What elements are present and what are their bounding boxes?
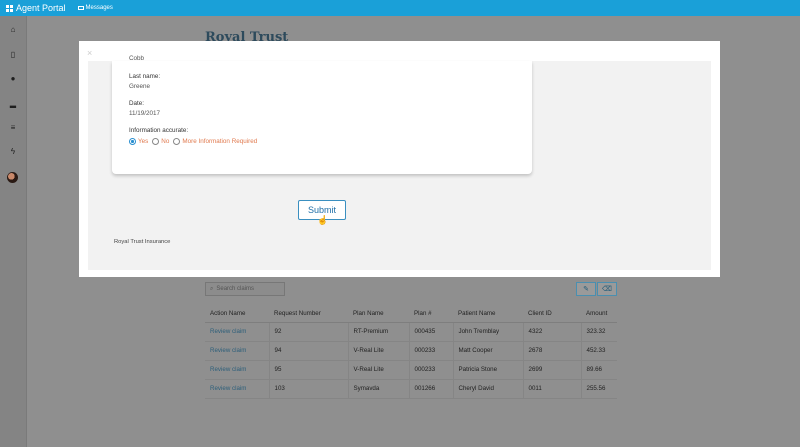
search-icon: ⌕ <box>210 285 214 292</box>
modal-body: Cobb Last name: Greene Date: 11/19/2017 … <box>88 55 711 270</box>
table-cell: 255.56 <box>581 379 617 399</box>
table-cell: 94 <box>269 341 349 361</box>
home-icon[interactable]: ⌂ <box>9 26 17 34</box>
radio-unchecked-icon <box>152 138 160 145</box>
table-cell: 323.32 <box>581 322 617 342</box>
app-title: Agent Portal <box>16 3 66 13</box>
search-placeholder: Search claims <box>216 286 255 292</box>
delete-button[interactable]: ⌫ <box>597 282 617 296</box>
column-header[interactable]: Client ID <box>523 305 581 323</box>
pointer-cursor-icon: ☝ <box>317 215 329 225</box>
column-header[interactable]: Patient Name <box>453 305 523 323</box>
table-header-row: Action Name Request Number Plan Name Pla… <box>205 305 617 323</box>
messages-label: Messages <box>85 5 113 11</box>
table-cell: 000233 <box>409 360 454 380</box>
date-value: 11/19/2017 <box>129 110 161 117</box>
claim-review-modal: × Cobb Last name: Greene Date: 11/19/201… <box>79 41 720 277</box>
column-header[interactable]: Action Name <box>205 305 269 323</box>
messages-link[interactable]: Messages <box>77 5 113 11</box>
table-cell: 452.33 <box>581 341 617 361</box>
table-cell: 92 <box>269 322 349 342</box>
table-row: Review claim 92 RT-Premium 000435 John T… <box>205 322 617 342</box>
table-cell: 0011 <box>523 379 582 399</box>
close-icon[interactable]: × <box>87 48 92 58</box>
table-cell: 95 <box>269 360 349 380</box>
table-cell: 103 <box>269 379 349 399</box>
sidebar: ⌂ ▯ ● ▂ ≡ ϟ <box>0 16 27 447</box>
accuracy-radio-group: Yes No More Information Required <box>129 138 257 145</box>
table-cell: 001266 <box>409 379 454 399</box>
review-claim-link[interactable]: Review claim <box>205 360 270 380</box>
information-accurate-label: Information accurate: <box>129 127 189 134</box>
table-cell: 000233 <box>409 341 454 361</box>
pencil-icon: ✎ <box>583 286 589 293</box>
column-header[interactable]: Request Number <box>269 305 348 323</box>
claims-table: Action Name Request Number Plan Name Pla… <box>205 305 617 399</box>
radio-checked-icon <box>129 138 136 145</box>
table-cell: V-Real Lite <box>348 360 410 380</box>
radio-no[interactable]: No <box>152 138 169 145</box>
table-cell: 2699 <box>523 360 582 380</box>
document-icon[interactable]: ▯ <box>9 51 17 59</box>
claim-details-card: Cobb Last name: Greene Date: 11/19/2017 … <box>112 55 532 174</box>
column-header[interactable]: Plan Name <box>348 305 409 323</box>
avatar[interactable] <box>7 172 18 183</box>
table-cell: 89.66 <box>581 360 617 380</box>
radio-yes[interactable]: Yes <box>129 138 148 145</box>
table-cell: V-Real Lite <box>348 341 410 361</box>
globe-icon[interactable]: ● <box>9 75 17 83</box>
table-row: Review claim 103 Symavda 001266 Cheryl D… <box>205 379 617 399</box>
table-cell: RT-Premium <box>348 322 410 342</box>
first-name-value: Cobb <box>129 55 145 62</box>
review-claim-link[interactable]: Review claim <box>205 322 270 342</box>
envelope-icon <box>77 6 84 10</box>
radio-no-label: No <box>161 138 170 145</box>
table-row: Review claim 95 V-Real Lite 000233 Patri… <box>205 360 617 380</box>
table-cell: 000435 <box>409 322 454 342</box>
last-name-label: Last name: <box>129 73 161 80</box>
list-icon[interactable]: ≡ <box>9 124 17 132</box>
table-cell: 2678 <box>523 341 582 361</box>
footer-text: Royal Trust Insurance <box>114 239 171 245</box>
column-header[interactable]: Amount <box>581 305 617 323</box>
search-input[interactable]: ⌕ Search claims <box>205 282 285 296</box>
last-name-value: Greene <box>129 83 151 90</box>
table-cell: 4322 <box>523 322 582 342</box>
review-claim-link[interactable]: Review claim <box>205 379 270 399</box>
top-bar: Agent Portal Messages <box>0 0 800 16</box>
review-claim-link[interactable]: Review claim <box>205 341 270 361</box>
radio-yes-label: Yes <box>138 138 149 145</box>
table-cell: Patricia Stone <box>453 360 524 380</box>
table-cell: Symavda <box>348 379 410 399</box>
radio-more-info-label: More Information Required <box>182 138 258 145</box>
bolt-icon[interactable]: ϟ <box>9 148 17 156</box>
radio-more-info[interactable]: More Information Required <box>173 138 257 145</box>
app-brand[interactable]: Agent Portal <box>6 3 66 13</box>
column-header[interactable]: Plan # <box>409 305 453 323</box>
edit-button[interactable]: ✎ <box>576 282 596 296</box>
date-label: Date: <box>129 100 145 107</box>
radio-unchecked-icon <box>173 138 181 145</box>
chart-icon[interactable]: ▂ <box>9 100 17 108</box>
table-cell: John Tremblay <box>453 322 524 342</box>
backspace-icon: ⌫ <box>602 286 612 293</box>
table-row: Review claim 94 V-Real Lite 000233 Matt … <box>205 341 617 361</box>
table-cell: Matt Cooper <box>453 341 524 361</box>
apps-grid-icon <box>6 4 13 12</box>
table-cell: Cheryl David <box>453 379 524 399</box>
